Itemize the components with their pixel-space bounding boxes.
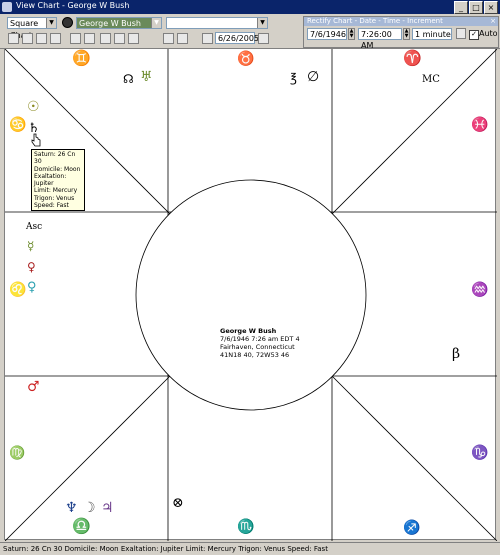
tooltip-line: Saturn: 26 Cn 30: [34, 151, 76, 166]
tooltip-line: Domicile: Moon: [34, 165, 81, 173]
increment-select[interactable]: 1 minute: [412, 28, 452, 40]
tools-icon[interactable]: [163, 33, 174, 44]
chart-name: George W Bush: [220, 327, 277, 335]
venus-icon: ♀: [27, 260, 36, 274]
gemini-sign-icon: ♊: [72, 49, 91, 67]
window-controls: _ □ ×: [454, 1, 498, 14]
close-icon[interactable]: ×: [490, 17, 496, 25]
rectify-panel: Rectify Chart - Date - Time - Increment …: [303, 16, 499, 50]
bottle-icon[interactable]: [177, 33, 188, 44]
tooltip-line: Trigon: Venus: [34, 194, 75, 202]
virgo-sign-icon: ♍: [9, 446, 26, 461]
wheel-icon[interactable]: [62, 17, 73, 28]
rectify-icon[interactable]: [456, 28, 466, 39]
time-spinner[interactable]: ▲ ▼: [403, 28, 410, 40]
title-bar: View Chart - George W Bush _ □ ×: [0, 0, 500, 14]
book-icon[interactable]: [100, 33, 111, 44]
export-icon[interactable]: [70, 33, 81, 44]
mars-icon: ♂: [27, 379, 40, 395]
mercury-icon: ☿: [27, 239, 35, 253]
north-node-icon: ☊: [123, 72, 134, 86]
rectify-title: Rectify Chart - Date - Time - Increment: [304, 17, 498, 26]
tooltip-line: Limit: Mercury: [34, 187, 78, 195]
planet-tooltip: Saturn: 26 Cn 30 Domicile: Moon Exaltati…: [31, 149, 85, 212]
aries-sign-icon: ♈: [403, 49, 422, 67]
document-icon[interactable]: [84, 33, 95, 44]
chevron-down-icon[interactable]: ▼: [46, 18, 56, 28]
chart-grid: [5, 49, 497, 541]
person-value: George W Bush: [79, 19, 141, 28]
chevron-down-icon[interactable]: ▼: [257, 18, 267, 28]
chevron-down-icon[interactable]: ▼: [151, 18, 161, 28]
capricorn-sign-icon: ♑: [471, 445, 489, 461]
square-chart[interactable]: ♊ ♉ ♈ ♓ ♒ ♑ ♐ ♏ ♎ ♍ ♌ ♋ ☊ ♅ ℥ ∅ MC ☉ ♄ A…: [4, 48, 497, 541]
venus-icon: ♀: [27, 280, 37, 295]
chart-datetime: 7/6/1946 7:26 am EDT 4: [220, 335, 300, 343]
beta-label: β: [452, 346, 461, 362]
rectify-date-field[interactable]: 7/6/1946: [307, 28, 347, 40]
chart-info: George W Bush 7/6/1946 7:26 am EDT 4 Fai…: [220, 327, 300, 359]
auto-label: Auto: [479, 29, 498, 38]
date-spinner[interactable]: ▲ ▼: [348, 28, 355, 40]
save-all-icon[interactable]: [22, 33, 33, 44]
scorpio-sign-icon: ♏: [237, 519, 255, 535]
chart-place: Fairhaven, Connecticut: [220, 343, 295, 351]
aquarius-sign-icon: ♒: [471, 282, 489, 298]
leo-sign-icon: ♌: [9, 282, 27, 298]
libra-sign-icon: ♎: [72, 517, 91, 535]
auto-checkbox[interactable]: ✓: [469, 30, 479, 40]
taurus-sign-icon: ♉: [237, 51, 255, 67]
window-title: View Chart - George W Bush: [16, 1, 130, 10]
calendar-icon[interactable]: [202, 33, 213, 44]
tooltip-line: Speed: Fast: [34, 202, 69, 210]
maximize-button[interactable]: □: [469, 1, 483, 14]
empty-set-icon: ∅: [307, 69, 320, 85]
vertex-icon: ⊗: [172, 495, 184, 511]
close-button[interactable]: ×: [484, 1, 498, 14]
increment-value: 1 minute: [415, 30, 451, 39]
save-icon[interactable]: [8, 33, 19, 44]
print-preview-icon[interactable]: [36, 33, 47, 44]
uranus-icon: ♅: [140, 69, 153, 85]
hand-cursor-icon: [31, 133, 41, 147]
mc-label: MC: [422, 74, 440, 85]
chart-coords: 41N18 40, 72W53 46: [220, 351, 290, 359]
app-icon: [2, 2, 12, 12]
copy-icon[interactable]: [114, 33, 125, 44]
jupiter-icon: ♃: [101, 500, 114, 516]
sun-icon: ☉: [27, 99, 40, 115]
refresh-icon[interactable]: [258, 33, 269, 44]
tooltip-line: Exaltation: Jupiter: [34, 172, 67, 188]
ascendant-label: Asc: [26, 222, 43, 232]
moon-icon: ☽: [83, 500, 96, 516]
list-icon[interactable]: [128, 33, 139, 44]
minimize-button[interactable]: _: [454, 1, 468, 14]
person-select[interactable]: George W Bush ▼: [76, 17, 162, 29]
neptune-icon: ♆: [65, 500, 78, 516]
part-of-fortune-icon: ℥: [290, 71, 297, 85]
status-bar: Saturn: 26 Cn 30 Domicile: Moon Exaltati…: [0, 542, 500, 554]
print-icon[interactable]: [50, 33, 61, 44]
rectify-time-field[interactable]: 7:26:00 AM: [358, 28, 402, 50]
cancer-sign-icon: ♋: [9, 117, 27, 133]
extra-select[interactable]: ▼: [166, 17, 268, 29]
pisces-sign-icon: ♓: [471, 117, 489, 133]
sagittarius-sign-icon: ♐: [403, 520, 421, 536]
date-field[interactable]: 6/26/2005: [215, 32, 259, 44]
chart-type-select[interactable]: Square Chart ▼: [7, 17, 57, 40]
